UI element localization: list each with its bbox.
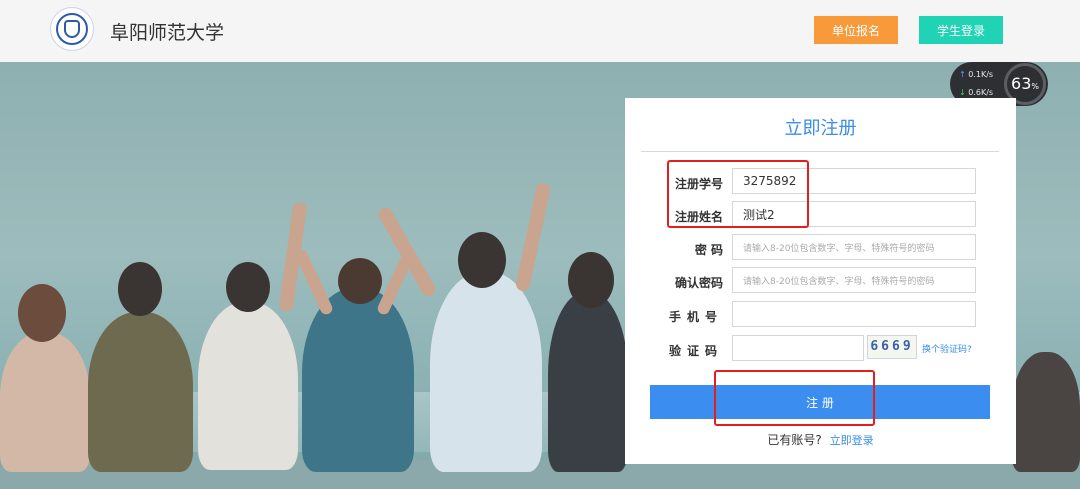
- person-1: [0, 332, 90, 472]
- phone-input[interactable]: [732, 301, 976, 327]
- confirm-password-label: 确认密码: [674, 276, 723, 290]
- person-3: [198, 302, 298, 470]
- download-speed: ↓ 0.6K/s: [959, 88, 994, 97]
- person-2-head: [118, 262, 162, 316]
- logo-emblem: [64, 20, 80, 38]
- university-logo: [50, 7, 94, 51]
- person-6-head: [568, 252, 614, 308]
- captcha-label: 验证码: [668, 344, 723, 358]
- unit-signup-button[interactable]: 单位报名: [814, 16, 898, 44]
- password-label: 密 码: [694, 243, 723, 257]
- person-2: [88, 312, 193, 472]
- upload-speed: ↑ 0.1K/s: [959, 70, 994, 79]
- login-prompt: 已有账号?: [767, 433, 822, 447]
- annotation-box-register: [714, 370, 875, 426]
- login-prompt-line: 已有账号? 立即登录: [625, 431, 1016, 448]
- person-5-arm-right: [514, 181, 552, 293]
- change-captcha-link[interactable]: 换个验证码?: [922, 342, 972, 355]
- person-6: [548, 292, 628, 472]
- annotation-box-id-name: [667, 160, 809, 228]
- captcha-input[interactable]: [732, 335, 864, 361]
- upload-arrow-icon: ↑: [959, 70, 966, 79]
- person-4: [302, 288, 414, 472]
- student-login-button[interactable]: 学生登录: [919, 16, 1003, 44]
- person-4-head: [338, 258, 382, 304]
- school-name: 阜阳师范大学: [110, 22, 225, 44]
- person-7: [1012, 352, 1080, 472]
- captcha-image[interactable]: 6669: [867, 335, 917, 359]
- title-divider: [641, 151, 999, 152]
- password-input[interactable]: [732, 234, 976, 260]
- confirm-password-input[interactable]: [732, 267, 976, 293]
- login-link[interactable]: 立即登录: [830, 434, 874, 447]
- download-arrow-icon: ↓: [959, 88, 966, 97]
- person-3-head: [226, 262, 270, 312]
- top-header: 阜阳师范大学 单位报名 学生登录: [0, 0, 1080, 62]
- phone-label: 手机号: [668, 310, 723, 324]
- form-title: 立即注册: [784, 118, 857, 139]
- person-5-head: [458, 232, 506, 288]
- person-1-head: [18, 284, 66, 342]
- person-5: [430, 272, 542, 472]
- person-5-arm: [375, 205, 439, 299]
- person-4-arm-left: [293, 247, 335, 317]
